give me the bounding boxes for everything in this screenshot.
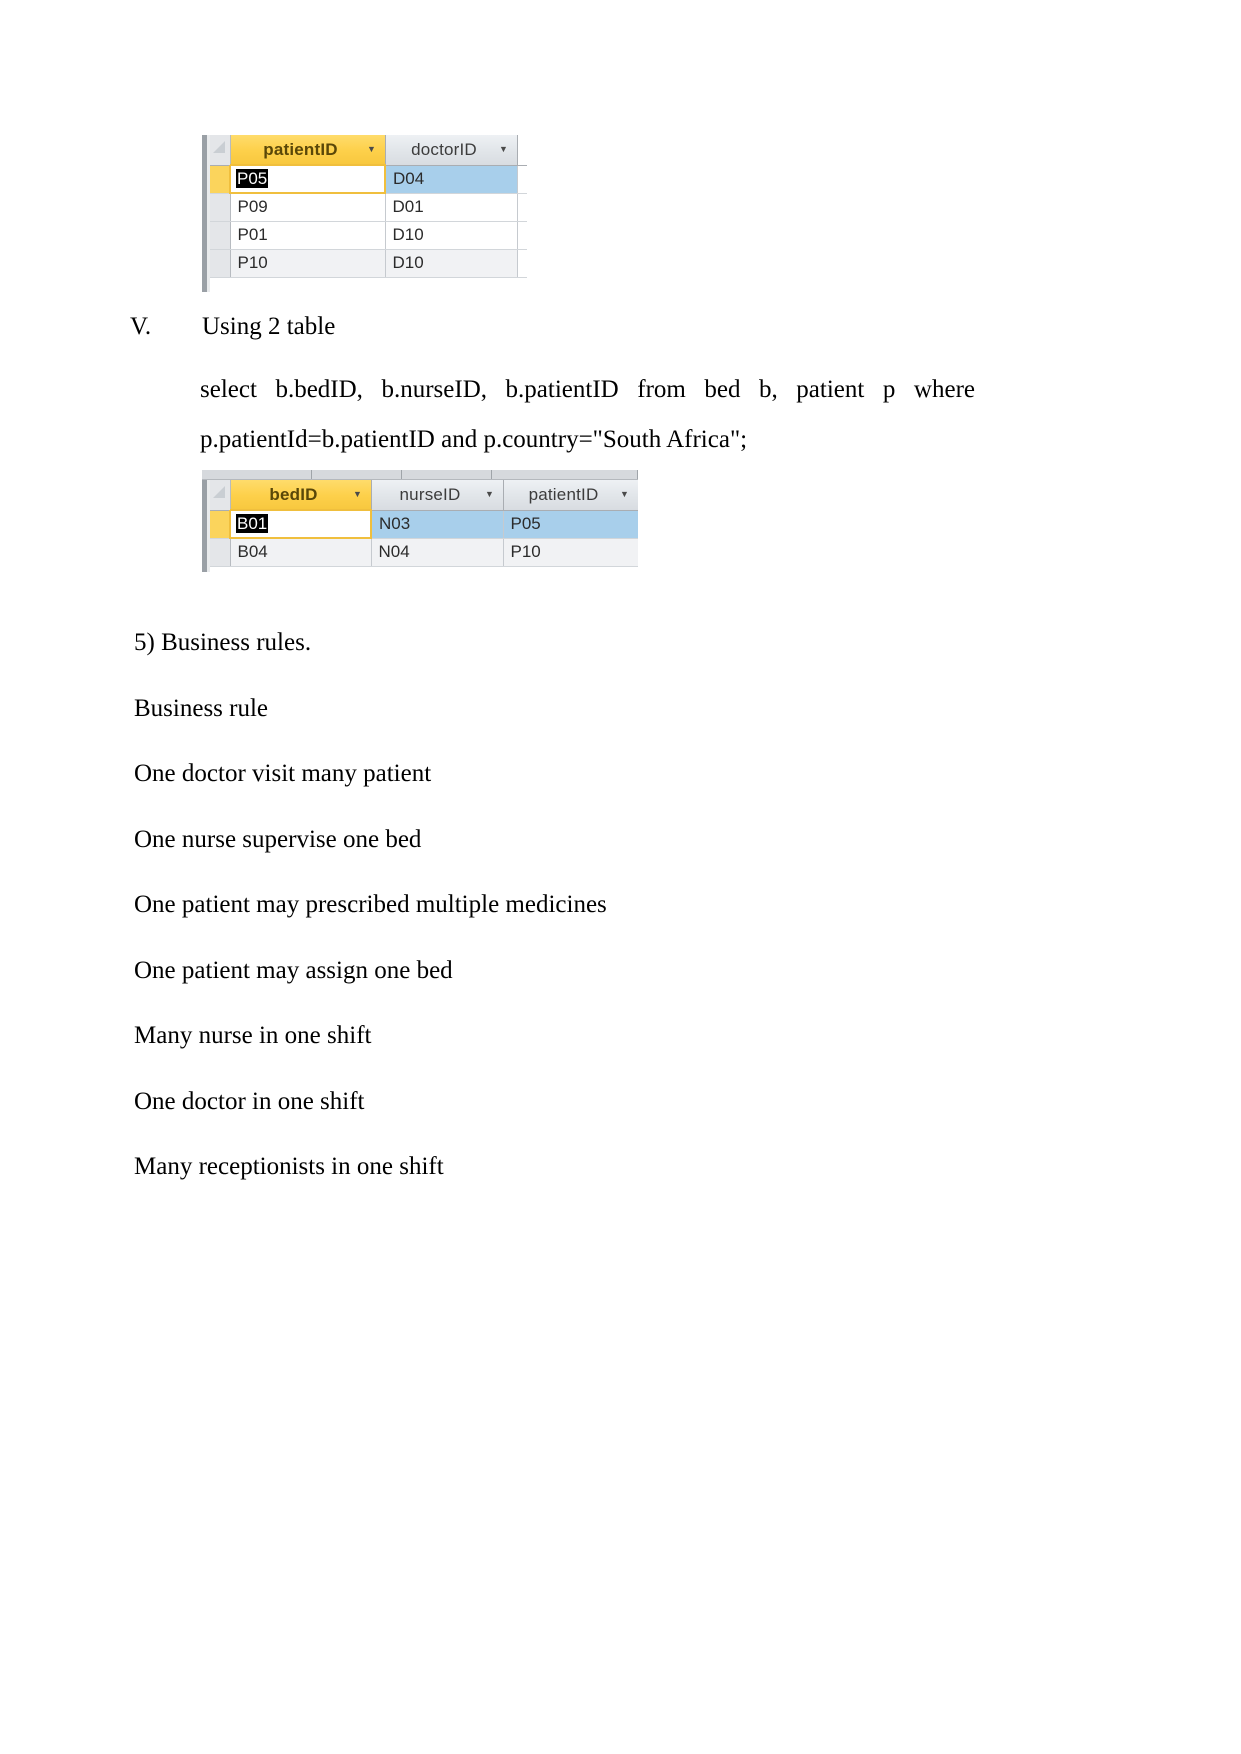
cell-patientid[interactable]: P09 [230,193,386,222]
top-strip-segment [402,470,492,479]
column-header-label: bedID [269,484,318,504]
document-page: patientID ▼ doctorID ▼ P05 D04 P09 D01 P… [0,0,1241,1754]
cell-doctorid[interactable]: D10 [385,221,518,250]
select-all-corner[interactable] [210,135,231,166]
cell-blank [517,221,527,250]
column-header-bedid[interactable]: bedID ▼ [230,480,372,511]
column-header-blank [517,135,527,166]
sql-line-1: select b.bedID, b.nurseID, b.patientID f… [200,376,975,403]
cell-patientid[interactable]: P10 [503,538,638,567]
cell-nurseid[interactable]: N03 [371,510,504,539]
cell-nurseid[interactable]: N04 [371,538,504,567]
business-rules-section: 5) Business rules. Business rule One doc… [134,610,1034,1200]
row-selector[interactable] [210,538,231,567]
cell-blank [517,193,527,222]
business-rule-item: Many nurse in one shift [134,1022,372,1049]
cell-doctorid[interactable]: D01 [385,193,518,222]
column-header-label: doctorID [411,139,477,159]
business-rule-item: One patient may assign one bed [134,956,453,984]
row-selector[interactable] [210,193,231,222]
bed-nurse-patient-datasheet: bedID ▼ nurseID ▼ patientID ▼ B01 N03 P0… [202,470,638,572]
top-strip-segment [492,470,638,479]
row-selector[interactable] [210,221,231,250]
cell-bedid[interactable]: B01 [229,509,372,539]
row-selector[interactable] [210,510,231,539]
business-rules-subheading: Business rule [134,694,269,722]
table-row[interactable]: P05 D04 [210,164,527,194]
table-row[interactable]: B01 N03 P05 [210,509,638,539]
table-header-row: patientID ▼ doctorID ▼ [210,135,527,166]
cell-patientid[interactable]: P05 [503,510,638,539]
top-strip-segment [312,470,402,479]
section-heading: V. Using 2 table [130,313,1010,341]
business-rules-heading: 5) Business rules. [134,629,312,656]
row-selector[interactable] [210,165,231,194]
table-body: P05 D04 P09 D01 P01 D10 P10 D10 [210,164,527,278]
table-row[interactable]: B04 N04 P10 [210,538,638,567]
select-all-triangle-icon [213,486,225,498]
column-header-nurseid[interactable]: nurseID ▼ [371,480,504,511]
column-header-label: nurseID [399,484,461,504]
chevron-down-icon[interactable]: ▼ [483,490,497,499]
select-all-triangle-icon [213,141,225,153]
business-rule-item: One doctor in one shift [134,1087,365,1115]
cell-doctorid[interactable]: D10 [385,249,518,278]
top-strip-segment [202,470,312,479]
table-header-row: bedID ▼ nurseID ▼ patientID ▼ [210,480,638,511]
column-header-doctorid[interactable]: doctorID ▼ [385,135,518,166]
datasheet-top-strip [202,470,638,480]
roman-numeral: V. [130,313,152,340]
cell-value-selected: P05 [236,169,269,188]
cell-doctorid[interactable]: D04 [385,165,518,194]
business-rule-item: One doctor visit many patient [134,760,432,787]
cell-patientid[interactable]: P01 [230,221,386,250]
cell-value-selected: B01 [236,514,269,533]
business-rule-item: One patient may prescribed multiple medi… [134,891,607,918]
column-header-label: patientID [528,484,599,504]
cell-patientid[interactable]: P10 [230,249,386,278]
cell-bedid[interactable]: B04 [230,538,372,567]
chevron-down-icon[interactable]: ▼ [365,145,379,154]
sql-statement: select b.bedID, b.nurseID, b.patientID f… [200,365,975,465]
cell-patientid[interactable]: P05 [229,164,386,194]
chevron-down-icon[interactable]: ▼ [351,490,365,499]
patient-doctor-datasheet: patientID ▼ doctorID ▼ P05 D04 P09 D01 P… [202,135,527,292]
select-all-corner[interactable] [210,480,231,511]
section-title: Using 2 table [202,313,336,340]
cell-blank [517,249,527,278]
chevron-down-icon[interactable]: ▼ [497,145,511,154]
column-header-patientid[interactable]: patientID ▼ [230,135,386,166]
column-header-label: patientID [263,139,338,159]
table-body: B01 N03 P05 B04 N04 P10 [210,509,638,567]
table-row[interactable]: P10 D10 [210,249,527,278]
business-rule-item: Many receptionists in one shift [134,1153,444,1180]
table-row[interactable]: P09 D01 [210,193,527,222]
column-header-patientid[interactable]: patientID ▼ [503,480,638,511]
sql-line-2: p.patientId=b.patientID and p.country="S… [200,426,748,453]
table-row[interactable]: P01 D10 [210,221,527,250]
cell-blank [517,165,527,194]
chevron-down-icon[interactable]: ▼ [618,490,632,499]
row-selector[interactable] [210,249,231,278]
business-rule-item: One nurse supervise one bed [134,825,422,853]
